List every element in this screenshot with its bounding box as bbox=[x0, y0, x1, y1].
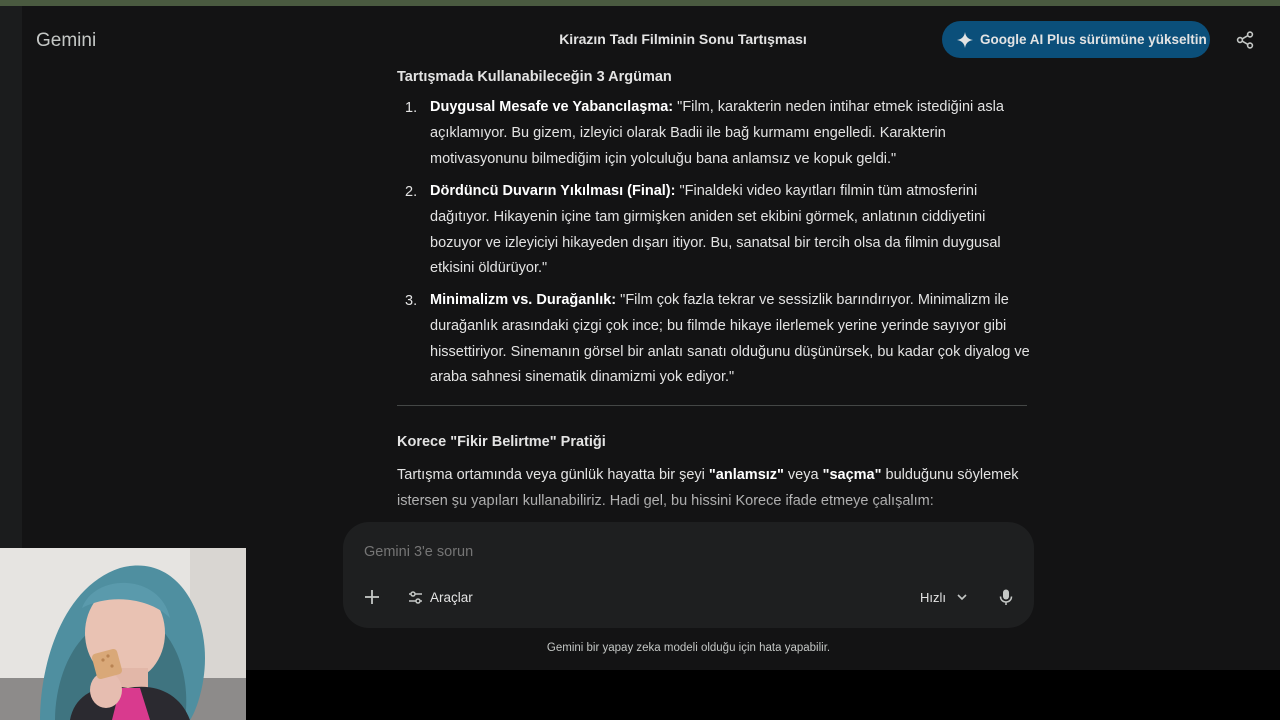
para-text: veya bbox=[783, 467, 823, 483]
section-heading-arguments: Tartışmada Kullanabileceğin 3 Argüman bbox=[397, 69, 672, 85]
webcam-overlay bbox=[0, 548, 246, 720]
argument-number: 2. bbox=[405, 184, 418, 200]
argument-text: Minimalizm vs. Durağanlık: "Film çok faz… bbox=[430, 288, 1030, 391]
argument-text: Dördüncü Duvarın Yıkılması (Final): "Fin… bbox=[430, 179, 1030, 282]
para-text: Tartışma ortamında veya günlük hayatta b… bbox=[397, 467, 709, 483]
argument-title: Minimalizm vs. Durağanlık: bbox=[430, 292, 617, 308]
argument-title: Duygusal Mesafe ve Yabancılaşma: bbox=[430, 99, 674, 115]
para-bold: "saçma" bbox=[822, 467, 882, 483]
plus-icon[interactable] bbox=[363, 588, 381, 606]
tools-label: Araçlar bbox=[430, 589, 473, 605]
chevron-down-icon bbox=[957, 594, 967, 601]
tools-button[interactable]: Araçlar bbox=[407, 586, 473, 608]
section-heading-korean-practice: Korece "Fikir Belirtme" Pratiği bbox=[397, 434, 606, 450]
scroll-fade bbox=[397, 484, 1037, 524]
argument-number: 1. bbox=[405, 100, 418, 116]
prompt-input[interactable] bbox=[364, 544, 864, 560]
prompt-composer: Araçlar Hızlı bbox=[343, 522, 1034, 628]
share-icon[interactable] bbox=[1235, 30, 1255, 50]
argument-text: Duygusal Mesafe ve Yabancılaşma: "Film, … bbox=[430, 95, 1030, 172]
model-selector[interactable]: Hızlı bbox=[920, 586, 968, 608]
argument-number: 3. bbox=[405, 293, 418, 309]
divider bbox=[397, 405, 1027, 406]
mic-icon[interactable] bbox=[997, 588, 1015, 606]
model-label: Hızlı bbox=[920, 589, 946, 605]
para-bold: "anlamsız" bbox=[708, 467, 784, 483]
tune-icon bbox=[409, 590, 422, 604]
argument-title: Dördüncü Duvarın Yıkılması (Final): bbox=[430, 183, 676, 199]
